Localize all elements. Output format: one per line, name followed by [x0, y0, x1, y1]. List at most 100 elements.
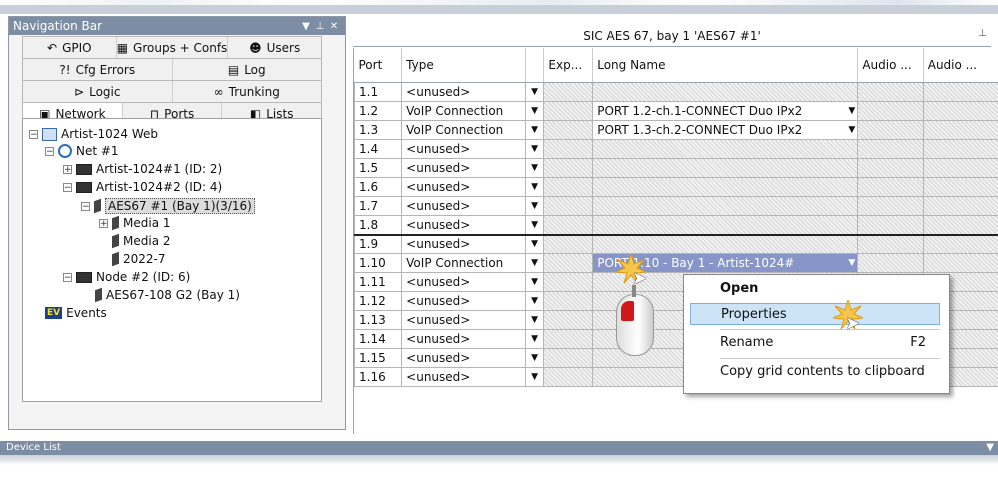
column-header-long-name[interactable]: Long Name	[592, 48, 859, 83]
cell-type[interactable]: <unused>	[401, 82, 526, 102]
tree-node-media-1[interactable]: + Media 1	[99, 215, 171, 231]
tree-node-node-2[interactable]: − Node #2 (ID: 6)	[63, 270, 190, 284]
cell-exp[interactable]	[543, 291, 594, 311]
long-name-dropdown-icon[interactable]: ▼	[848, 258, 855, 268]
type-dropdown-icon[interactable]: ▼	[524, 253, 545, 273]
cell-audio-2[interactable]	[922, 139, 998, 159]
pin-icon[interactable]: ⊥	[313, 21, 327, 32]
tab-gpio[interactable]: ↶ GPIO	[23, 37, 117, 58]
tab-cfg-errors[interactable]: ?! Cfg Errors	[23, 59, 173, 80]
cell-port[interactable]: 1.15	[353, 348, 403, 368]
column-header-port[interactable]: Port	[354, 48, 403, 83]
expand-icon[interactable]: +	[99, 218, 108, 228]
type-dropdown-icon[interactable]: ▼	[524, 177, 545, 197]
cell-type[interactable]: <unused>	[401, 329, 526, 349]
cell-audio-2[interactable]	[922, 101, 998, 121]
cell-long-name[interactable]	[592, 139, 859, 159]
cell-type[interactable]: <unused>	[401, 177, 526, 197]
cell-port[interactable]: 1.12	[353, 291, 403, 311]
cell-audio-2[interactable]	[922, 253, 998, 273]
cell-port[interactable]: 1.1	[353, 82, 403, 102]
network-tree[interactable]: − Artist-1024 Web − Net #1 + Artist-1024#1 …	[22, 118, 322, 402]
collapse-icon[interactable]: −	[81, 201, 90, 211]
tab-users[interactable]: ☻ Users	[228, 37, 321, 58]
cell-type[interactable]: <unused>	[401, 215, 526, 235]
table-row[interactable]: 1.2 VoIP Connection ▼ PORT 1.2-ch.1-CONNECT…	[353, 101, 998, 121]
cell-long-name[interactable]: PORT 1.3-ch.2-CONNECT Duo IPx2 ▼	[592, 120, 859, 140]
type-dropdown-icon[interactable]: ▼	[524, 348, 545, 368]
cell-type[interactable]: <unused>	[401, 196, 526, 216]
cell-audio-1[interactable]	[857, 253, 924, 273]
cell-port[interactable]: 1.14	[353, 329, 403, 349]
tree-node-aes67-108[interactable]: AES67-108 G2 (Bay 1)	[95, 287, 240, 303]
cell-exp[interactable]	[543, 139, 594, 159]
cell-exp[interactable]	[543, 177, 594, 197]
cell-type[interactable]: <unused>	[401, 272, 526, 292]
tree-node-aes67[interactable]: − AES67 #1 (Bay 1)(3/16)	[81, 198, 255, 214]
cell-exp[interactable]	[543, 215, 594, 235]
cell-type[interactable]: VoIP Connection	[401, 120, 526, 140]
cell-exp[interactable]	[543, 82, 594, 102]
dropdown-icon[interactable]: ▼	[299, 21, 313, 32]
tab-groups-confs[interactable]: ▦ Groups + Confs	[117, 37, 229, 58]
table-row[interactable]: 1.6 <unused> ▼	[353, 177, 998, 197]
type-dropdown-icon[interactable]: ▼	[524, 139, 545, 159]
menu-item-properties[interactable]: Properties	[690, 303, 940, 325]
cell-port[interactable]: 1.7	[353, 196, 403, 216]
table-row[interactable]: 1.4 <unused> ▼	[353, 139, 998, 159]
cell-audio-1[interactable]	[857, 158, 924, 178]
table-row[interactable]: 1.10 VoIP Connection ▼ PORT 1.10 - Bay 1 - …	[353, 253, 998, 273]
cell-long-name[interactable]	[592, 82, 859, 102]
cell-long-name[interactable]	[592, 233, 859, 254]
cell-audio-2[interactable]	[922, 233, 998, 254]
cell-port[interactable]: 1.10	[353, 253, 403, 273]
table-row[interactable]: 1.3 VoIP Connection ▼ PORT 1.3-ch.2-CONNECT…	[353, 120, 998, 140]
cell-exp[interactable]	[543, 120, 594, 140]
cell-long-name[interactable]	[592, 177, 859, 197]
tree-node-device-2[interactable]: − Artist-1024#2 (ID: 4)	[63, 180, 222, 194]
menu-item-open[interactable]: Open	[690, 278, 940, 300]
tab-log[interactable]: ▤ Log	[173, 59, 322, 80]
long-name-dropdown-icon[interactable]: ▼	[848, 125, 855, 135]
tree-node-2022-7[interactable]: 2022-7	[112, 251, 166, 267]
cell-port[interactable]: 1.4	[353, 139, 403, 159]
cell-exp[interactable]	[543, 101, 594, 121]
cell-type[interactable]: <unused>	[401, 348, 526, 368]
column-header-audio-1[interactable]: Audio ...	[857, 48, 924, 83]
collapse-icon[interactable]: −	[29, 129, 38, 139]
tree-node-device-1[interactable]: + Artist-1024#1 (ID: 2)	[63, 162, 222, 176]
type-dropdown-icon[interactable]: ▼	[524, 310, 545, 330]
cell-port[interactable]: 1.3	[353, 120, 403, 140]
cell-type[interactable]: VoIP Connection	[401, 253, 526, 273]
type-dropdown-icon[interactable]: ▼	[524, 329, 545, 349]
cell-port[interactable]: 1.16	[353, 367, 403, 387]
column-header-audio-2[interactable]: Audio ...	[923, 48, 998, 83]
cell-type[interactable]: <unused>	[401, 291, 526, 311]
cell-audio-1[interactable]	[857, 82, 924, 102]
cell-type[interactable]: VoIP Connection	[401, 101, 526, 121]
cell-audio-2[interactable]	[922, 215, 998, 235]
cell-port[interactable]: 1.11	[353, 272, 403, 292]
type-dropdown-icon[interactable]: ▼	[524, 82, 545, 102]
type-dropdown-icon[interactable]: ▼	[524, 367, 545, 387]
cell-type[interactable]: <unused>	[401, 367, 526, 387]
cell-audio-1[interactable]	[857, 177, 924, 197]
dropdown-icon[interactable]: ▼	[986, 441, 994, 455]
tab-logic[interactable]: ⊳ Logic	[23, 81, 173, 102]
cell-exp[interactable]	[543, 158, 594, 178]
table-row[interactable]: 1.8 <unused> ▼	[353, 215, 998, 235]
cell-audio-2[interactable]	[922, 177, 998, 197]
cell-type[interactable]: <unused>	[401, 158, 526, 178]
table-row[interactable]: 1.7 <unused> ▼	[353, 196, 998, 216]
tree-node-root[interactable]: − Artist-1024 Web	[29, 127, 158, 141]
cell-long-name[interactable]: PORT 1.2-ch.1-CONNECT Duo IPx2 ▼	[592, 101, 859, 121]
cell-audio-1[interactable]	[857, 139, 924, 159]
cell-type[interactable]: <unused>	[401, 310, 526, 330]
type-dropdown-icon[interactable]: ▼	[524, 120, 545, 140]
type-dropdown-icon[interactable]: ▼	[524, 196, 545, 216]
column-header-exp[interactable]: Exp...	[543, 48, 594, 83]
table-row[interactable]: 1.1 <unused> ▼	[353, 82, 998, 102]
cell-audio-1[interactable]	[857, 215, 924, 235]
cell-audio-1[interactable]	[857, 196, 924, 216]
cell-exp[interactable]	[543, 253, 594, 273]
